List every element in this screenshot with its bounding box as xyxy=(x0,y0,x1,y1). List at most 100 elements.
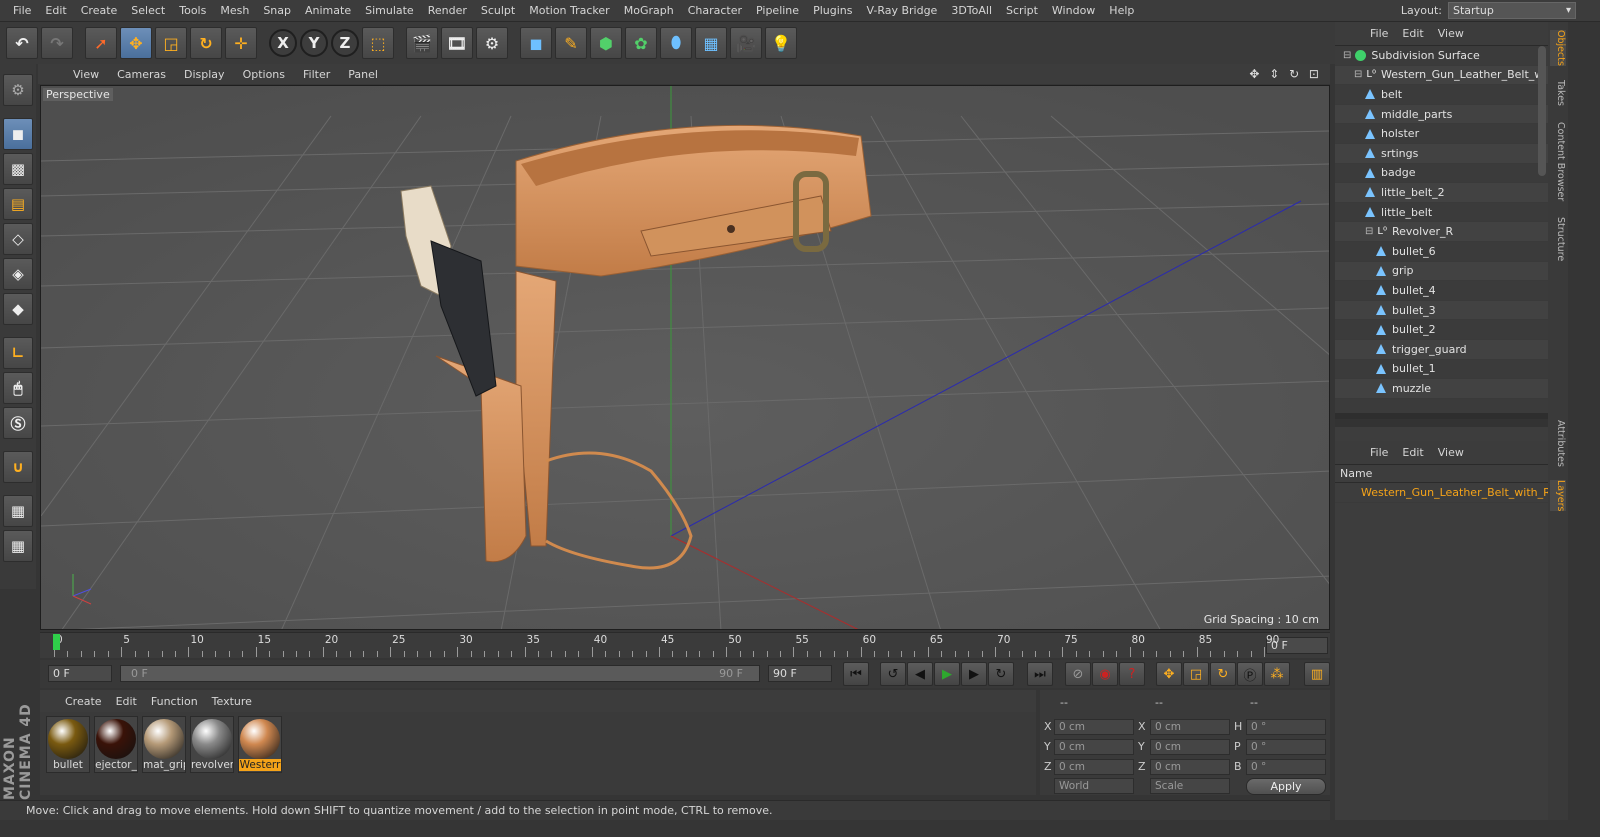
viewport-nav-icons[interactable]: ✥ ⇕ ↻ ⊡ xyxy=(1249,67,1322,81)
timeline-window-icon[interactable]: ▥ xyxy=(1304,662,1330,686)
apply-button[interactable]: Apply xyxy=(1246,778,1326,795)
go-to-end-icon[interactable]: ⏭ xyxy=(1027,662,1053,686)
polygons-mode-icon[interactable]: ◆ xyxy=(3,293,33,325)
position-z-field[interactable]: 0 cm xyxy=(1054,759,1134,775)
object-row[interactable]: muzzle xyxy=(1335,379,1548,399)
object-row[interactable]: bullet_2 xyxy=(1335,320,1548,340)
object-menu-file[interactable]: File xyxy=(1363,27,1395,40)
menu-help[interactable]: Help xyxy=(1102,4,1141,17)
side-tab-layers[interactable]: Layers xyxy=(1550,480,1566,512)
key-scale-icon[interactable]: ◲ xyxy=(1183,662,1209,686)
key-rotation-icon[interactable]: ↻ xyxy=(1210,662,1236,686)
layer-menu-edit[interactable]: Edit xyxy=(1395,446,1430,459)
key-parameter-icon[interactable]: Ⓟ xyxy=(1237,662,1263,686)
menu-file[interactable]: File xyxy=(6,4,38,17)
material-swatch[interactable]: Westerr xyxy=(238,716,282,773)
render-picture-viewer-icon[interactable]: 🎞 xyxy=(441,27,473,59)
timeline-ruler[interactable]: 0 F 051015202530354045505560657075808590 xyxy=(40,632,1330,658)
next-key-icon[interactable]: ↻ xyxy=(988,662,1014,686)
object-row[interactable]: little_belt_2 xyxy=(1335,183,1548,203)
edges-mode-icon[interactable]: ◈ xyxy=(3,258,33,290)
floor-environment-icon[interactable]: ▦ xyxy=(695,27,727,59)
tweak-mode-icon[interactable]: 🖱 xyxy=(3,372,33,404)
menu-create[interactable]: Create xyxy=(74,4,125,17)
select-arrow-icon[interactable]: ➚ xyxy=(85,27,117,59)
side-tab-content-browser[interactable]: Content Browser xyxy=(1550,122,1566,201)
side-tab-takes[interactable]: Takes xyxy=(1550,80,1566,106)
end-frame-field[interactable]: 90 F xyxy=(768,665,832,682)
expand-icon[interactable]: ⊟ xyxy=(1343,50,1351,61)
material-swatch[interactable]: revolver xyxy=(190,716,234,773)
lock-workplane-icon[interactable]: ▦ xyxy=(3,495,33,527)
menu-render[interactable]: Render xyxy=(421,4,474,17)
play-icon[interactable]: ▶ xyxy=(934,662,960,686)
magnet-icon[interactable]: ∪ xyxy=(3,451,33,483)
coordinate-system-icon[interactable]: ⬚ xyxy=(362,27,394,59)
snap-icon[interactable]: Ⓢ xyxy=(3,407,33,439)
viewport-camera-label[interactable]: Perspective xyxy=(43,88,113,101)
material-menu-texture[interactable]: Texture xyxy=(205,695,259,708)
object-row[interactable]: bullet_1 xyxy=(1335,360,1548,380)
menu-tools[interactable]: Tools xyxy=(172,4,213,17)
cloner-icon[interactable]: ✿ xyxy=(625,27,657,59)
side-tab-attributes[interactable]: Attributes xyxy=(1550,420,1566,467)
viewport-menu-panel[interactable]: Panel xyxy=(339,68,387,81)
object-row[interactable]: little_belt xyxy=(1335,203,1548,223)
object-row[interactable]: badge xyxy=(1335,164,1548,184)
scale-tool-icon[interactable]: ◲ xyxy=(155,27,187,59)
axis-mode-icon[interactable]: ∟ xyxy=(3,337,33,369)
motion-path-icon[interactable]: ⊘ xyxy=(1065,662,1091,686)
rotate-tool-icon[interactable]: ↻ xyxy=(190,27,222,59)
object-row[interactable]: bullet_3 xyxy=(1335,300,1548,321)
viewport-menu-display[interactable]: Display xyxy=(175,68,234,81)
texture-mode-icon[interactable]: ▩ xyxy=(3,153,33,185)
points-mode-icon[interactable]: ◇ xyxy=(3,223,33,255)
menu-animate[interactable]: Animate xyxy=(298,4,358,17)
planar-workplane-icon[interactable]: ▦ xyxy=(3,530,33,562)
make-editable-icon[interactable]: ⚙ xyxy=(3,74,33,106)
size-x-field[interactable]: 0 cm xyxy=(1150,719,1230,735)
axis-y-toggle[interactable]: Y xyxy=(300,29,328,57)
pen-spline-icon[interactable]: ✎ xyxy=(555,27,587,59)
material-menu-create[interactable]: Create xyxy=(58,695,109,708)
object-row[interactable]: ⊟ Subdivision Surface xyxy=(1335,46,1548,66)
material-menu-edit[interactable]: Edit xyxy=(109,695,144,708)
deformer-icon[interactable]: ⬮ xyxy=(660,27,692,59)
object-row[interactable]: trigger_guard xyxy=(1335,339,1548,360)
expand-icon[interactable]: ⊟ xyxy=(1365,226,1373,237)
object-row[interactable]: middle_parts xyxy=(1335,104,1548,125)
material-swatch[interactable]: ejector_ xyxy=(94,716,138,773)
render-settings-icon[interactable]: ⚙ xyxy=(476,27,508,59)
rotation-h-field[interactable]: 0 ° xyxy=(1246,719,1326,735)
object-menu-view[interactable]: View xyxy=(1431,27,1471,40)
size-y-field[interactable]: 0 cm xyxy=(1150,739,1230,755)
viewport-menu-cameras[interactable]: Cameras xyxy=(108,68,175,81)
menu-plugins[interactable]: Plugins xyxy=(806,4,859,17)
menu-v-ray-bridge[interactable]: V-Ray Bridge xyxy=(859,4,944,17)
size-z-field[interactable]: 0 cm xyxy=(1150,759,1230,775)
go-to-start-icon[interactable]: ⏮ xyxy=(843,662,869,686)
live-move-icon[interactable]: ✛ xyxy=(225,27,257,59)
viewport-scene[interactable] xyxy=(41,86,1330,630)
preview-range-slider[interactable]: 0 F 90 F xyxy=(120,665,760,682)
size-mode-select[interactable]: Scale xyxy=(1150,778,1230,794)
playhead[interactable] xyxy=(53,634,60,650)
next-frame-icon[interactable]: ▶ xyxy=(961,662,987,686)
menu-character[interactable]: Character xyxy=(681,4,749,17)
object-row[interactable]: bullet_6 xyxy=(1335,242,1548,262)
object-row[interactable]: ⊟ L⁰ Revolver_R xyxy=(1335,222,1548,242)
object-row[interactable]: srtings xyxy=(1335,143,1548,164)
menu-simulate[interactable]: Simulate xyxy=(358,4,421,17)
object-menu-edit[interactable]: Edit xyxy=(1395,27,1430,40)
menu-snap[interactable]: Snap xyxy=(256,4,298,17)
move-tool-icon[interactable]: ✥ xyxy=(120,27,152,59)
material-menu-function[interactable]: Function xyxy=(144,695,205,708)
prev-key-icon[interactable]: ↺ xyxy=(880,662,906,686)
record-key-icon[interactable]: ◉ xyxy=(1092,662,1118,686)
light-icon[interactable]: 💡 xyxy=(765,27,797,59)
menu-window[interactable]: Window xyxy=(1045,4,1102,17)
layer-menu-view[interactable]: View xyxy=(1431,446,1471,459)
prev-frame-icon[interactable]: ◀ xyxy=(907,662,933,686)
rotation-b-field[interactable]: 0 ° xyxy=(1246,759,1326,775)
undo-icon[interactable]: ↶ xyxy=(6,27,38,59)
